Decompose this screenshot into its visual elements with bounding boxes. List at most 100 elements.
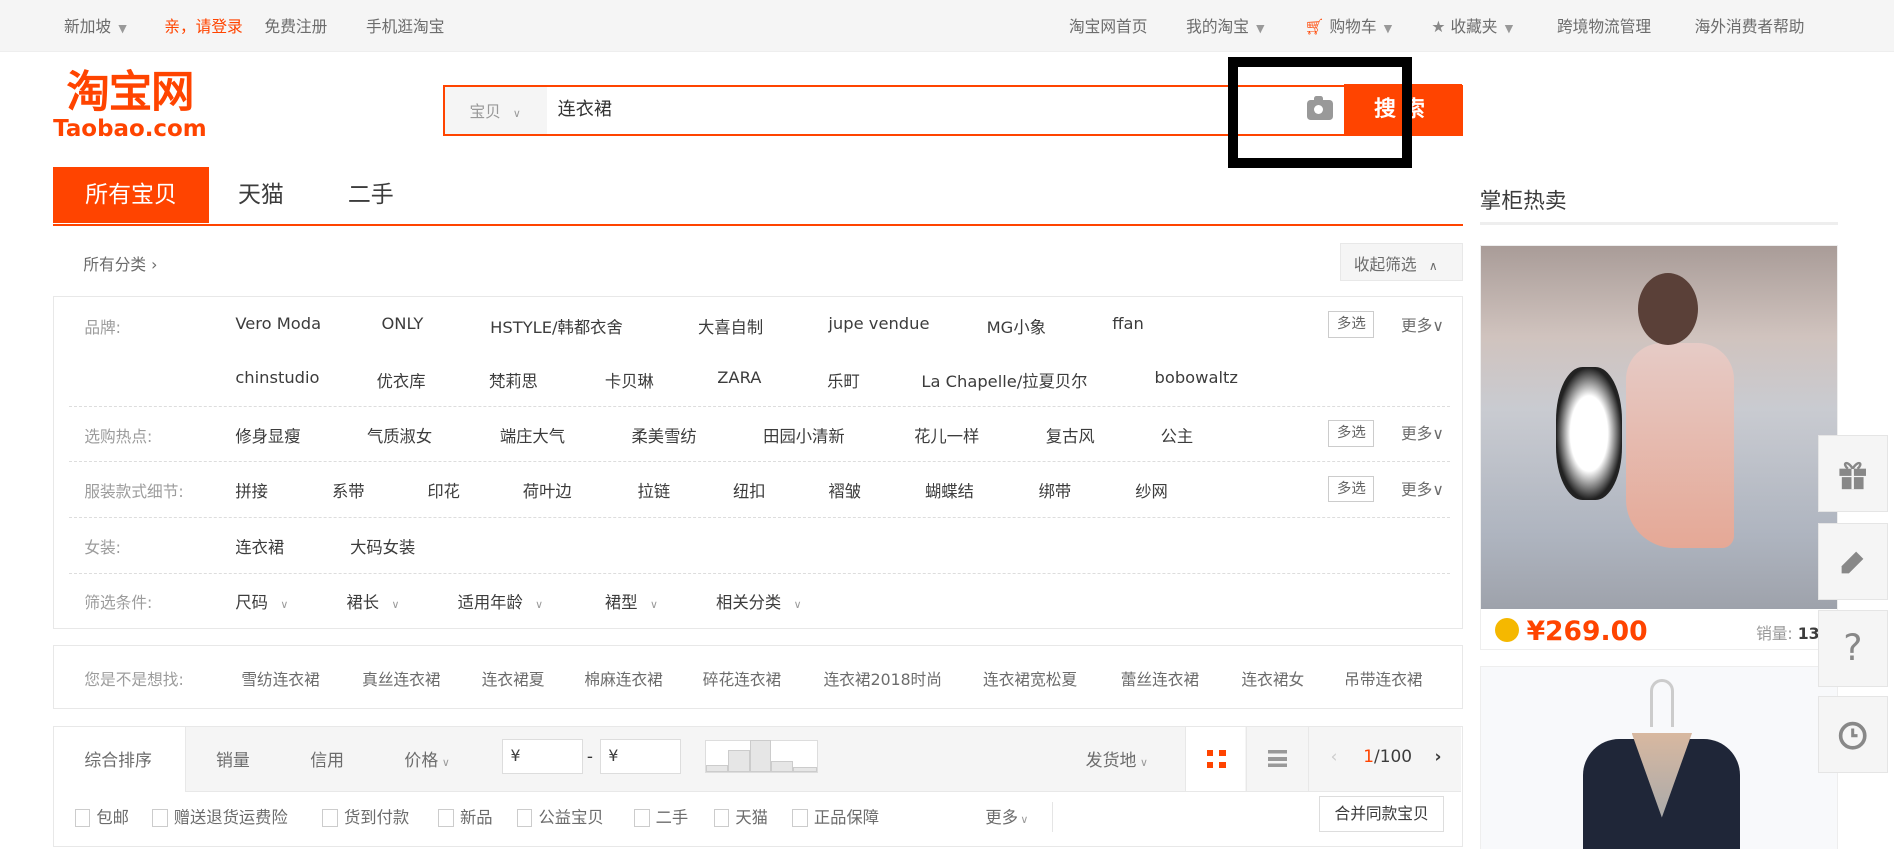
filter-option[interactable]: 蝴蝶结 [925, 478, 974, 502]
merge-same-items-button[interactable]: 合并同款宝贝 [1318, 795, 1445, 833]
filter-option[interactable]: 拼接 [235, 478, 268, 502]
filter-option[interactable]: 绑带 [1039, 478, 1072, 502]
prev-page-icon[interactable]: ‹ [1331, 746, 1338, 766]
cart-menu[interactable]: 🛒︎ 购物车 ▼ [1305, 14, 1393, 37]
suggestion-link[interactable]: 连衣裙宽松夏 [983, 667, 1077, 690]
filter-option[interactable]: 纽扣 [733, 478, 766, 502]
suggestion-link[interactable]: 蕾丝连衣裙 [1121, 667, 1199, 690]
checkbox-cod[interactable]: 货到付款 [322, 804, 409, 828]
checkbox-tmall[interactable]: 天猫 [713, 804, 768, 828]
checkbox-second-hand[interactable]: 二手 [633, 804, 688, 828]
tab-tmall[interactable]: 天猫 [238, 167, 284, 224]
filter-option[interactable]: 气质淑女 [367, 423, 432, 447]
suggestion-link[interactable]: 连衣裙夏 [482, 667, 545, 690]
checkbox-return-insurance[interactable]: 赠送退货运费险 [151, 804, 288, 828]
filter-option[interactable]: 端庄大气 [500, 423, 565, 447]
login-link[interactable]: 亲，请登录 [164, 14, 242, 37]
filter-dropdown[interactable]: 相关分类 ∨ [716, 589, 802, 613]
suggestion-link[interactable]: 连衣裙女 [1242, 667, 1305, 690]
grid-view-button[interactable] [1184, 726, 1246, 791]
filter-option[interactable]: 连衣裙 [235, 534, 284, 558]
filter-option[interactable]: 卡贝琳 [605, 368, 654, 392]
filter-option[interactable]: jupe vendue [828, 314, 929, 333]
filter-option[interactable]: 拉链 [638, 478, 671, 502]
help-link[interactable]: 海外消费者帮助 [1695, 14, 1805, 37]
more-options-dropdown[interactable]: 更多 ∨ [985, 804, 1028, 828]
filter-option[interactable]: ONLY [381, 314, 423, 333]
sort-price[interactable]: 价格 ∨ [404, 746, 449, 771]
filter-dropdown[interactable]: 适用年龄 ∨ [458, 589, 544, 613]
taobao-home-link[interactable]: 淘宝网首页 [1069, 14, 1147, 37]
filter-option[interactable]: 优衣库 [377, 368, 426, 392]
price-histogram[interactable] [705, 740, 818, 773]
filter-option[interactable]: Vero Moda [235, 314, 321, 333]
sort-credit[interactable]: 信用 [310, 746, 344, 771]
multi-select-button[interactable]: 多选 [1328, 475, 1375, 503]
suggestion-link[interactable]: 真丝连衣裙 [362, 667, 440, 690]
filter-option[interactable]: 荷叶边 [523, 478, 572, 502]
tab-second-hand[interactable]: 二手 [348, 167, 394, 224]
sort-sales[interactable]: 销量 [216, 746, 250, 771]
my-taobao-menu[interactable]: 我的淘宝 ▼ [1186, 14, 1264, 37]
filter-option[interactable]: 梵莉思 [489, 368, 538, 392]
breadcrumb[interactable]: 所有分类 › [83, 252, 157, 275]
filter-option[interactable]: 大喜自制 [698, 314, 763, 338]
taobao-logo[interactable]: 淘宝网 Taobao.com [53, 72, 207, 141]
suggestion-link[interactable]: 吊带连衣裙 [1344, 667, 1422, 690]
logistics-link[interactable]: 跨境物流管理 [1557, 14, 1651, 37]
filter-option[interactable]: 田园小清新 [763, 423, 844, 447]
history-button[interactable] [1817, 695, 1888, 774]
more-button[interactable]: 更多∨ [1401, 477, 1444, 500]
favorites-menu[interactable]: ★ 收藏夹 ▼ [1431, 14, 1513, 37]
filter-option[interactable]: 修身显瘦 [235, 423, 300, 447]
ship-from-dropdown[interactable]: 发货地 ∨ [1086, 746, 1148, 771]
filter-option[interactable]: 花儿一样 [914, 423, 979, 447]
suggestion-link[interactable]: 碎花连衣裙 [703, 667, 781, 690]
filter-option[interactable]: bobowaltz [1155, 368, 1238, 387]
suggestion-link[interactable]: 雪纺连衣裙 [241, 667, 319, 690]
collapse-filter-button[interactable]: 收起筛选 ∧ [1339, 242, 1463, 282]
list-view-button[interactable] [1246, 726, 1306, 791]
checkbox-free-shipping[interactable]: 包邮 [74, 804, 129, 828]
filter-option[interactable]: La Chapelle/拉夏贝尔 [921, 368, 1087, 392]
filter-option[interactable]: ffan [1112, 314, 1144, 333]
filter-option[interactable]: 乐町 [827, 368, 860, 392]
filter-option[interactable]: ZARA [717, 368, 761, 387]
filter-option[interactable]: 复古风 [1046, 423, 1095, 447]
next-page-icon[interactable]: › [1435, 746, 1442, 766]
filter-option[interactable]: chinstudio [235, 368, 319, 387]
checkbox-new[interactable]: 新品 [438, 804, 493, 828]
search-category-dropdown[interactable]: 宝贝 ∨ [445, 86, 547, 134]
more-button[interactable]: 更多∨ [1401, 421, 1444, 444]
filter-option[interactable]: 大码女装 [350, 534, 415, 558]
filter-option[interactable]: 公主 [1161, 423, 1194, 447]
product-card[interactable] [1479, 665, 1839, 849]
sort-default[interactable]: 综合排序 [84, 746, 152, 771]
filter-option[interactable]: HSTYLE/韩都衣舍 [490, 314, 623, 338]
multi-select-button[interactable]: 多选 [1328, 420, 1375, 447]
filter-option[interactable]: 系带 [332, 478, 365, 502]
more-button[interactable]: 更多∨ [1401, 313, 1444, 336]
tab-all-items[interactable]: 所有宝贝 [53, 166, 209, 224]
filter-option[interactable]: MG小象 [987, 314, 1046, 338]
price-max-input[interactable]: ¥ [600, 739, 682, 775]
filter-dropdown[interactable]: 尺码 ∨ [235, 589, 288, 613]
filter-dropdown[interactable]: 裙长 ∨ [346, 589, 399, 613]
region-selector[interactable]: 新加坡 ▼ [64, 14, 127, 37]
mobile-taobao-link[interactable]: 手机逛淘宝 [366, 14, 444, 37]
filter-option[interactable]: 印花 [427, 478, 460, 502]
suggestion-link[interactable]: 棉麻连衣裙 [584, 667, 662, 690]
filter-option[interactable]: 褶皱 [828, 478, 861, 502]
price-min-input[interactable]: ¥ [502, 739, 584, 775]
gift-button[interactable] [1817, 434, 1888, 513]
search-input[interactable] [557, 97, 1283, 119]
multi-select-button[interactable]: 多选 [1328, 311, 1375, 338]
filter-option[interactable]: 柔美雪纺 [632, 423, 697, 447]
product-card[interactable]: ¥269.00 销量: 13 [1479, 245, 1839, 650]
help-button[interactable]: ? [1817, 609, 1888, 688]
product-image[interactable] [1480, 246, 1837, 609]
register-link[interactable]: 免费注册 [265, 14, 328, 37]
filter-option[interactable]: 纱网 [1135, 478, 1168, 502]
filter-dropdown[interactable]: 裙型 ∨ [605, 589, 658, 613]
feedback-button[interactable] [1817, 523, 1888, 601]
